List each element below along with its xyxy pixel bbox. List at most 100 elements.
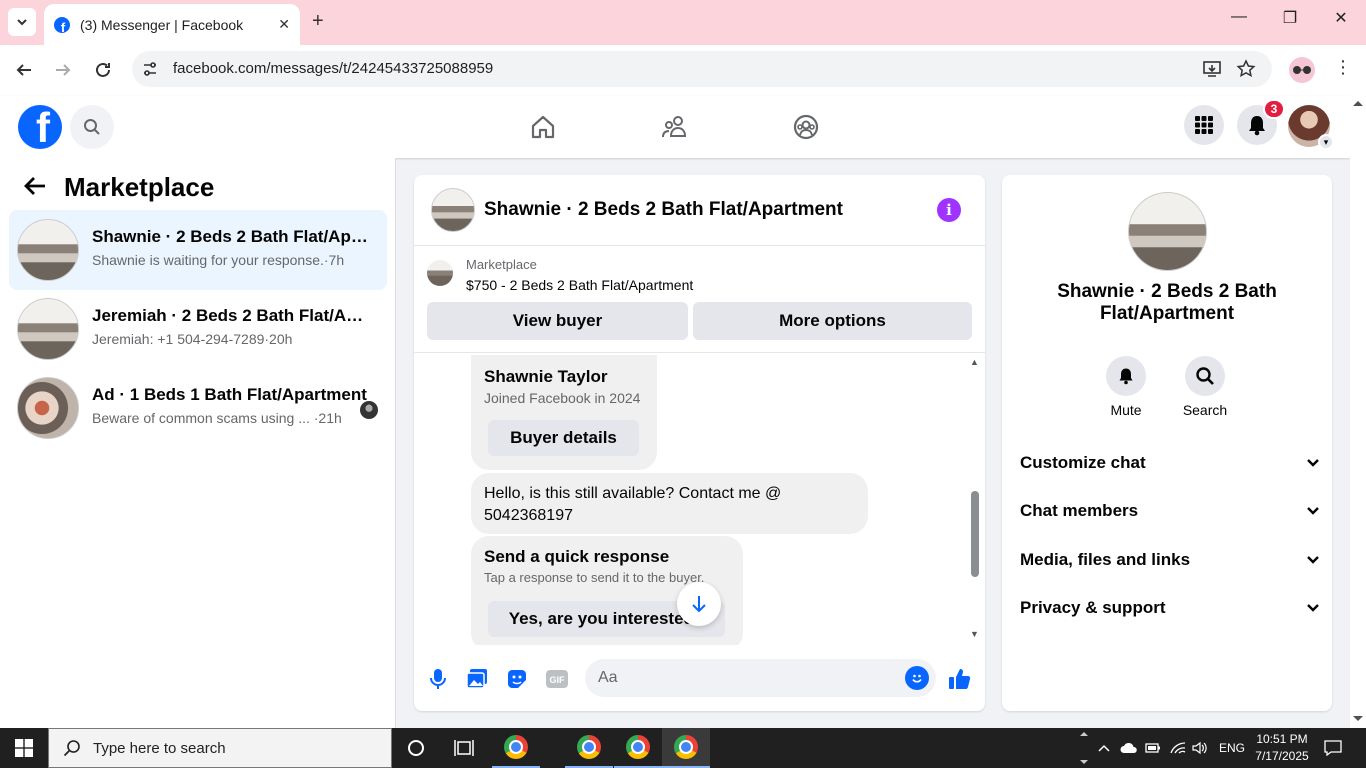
buyer-name: Shawnie Taylor	[484, 367, 608, 386]
buyer-joined: Joined Facebook in 2024	[484, 390, 641, 406]
facebook-search-button[interactable]	[70, 105, 114, 149]
privacy-support-section[interactable]: Privacy & support	[1020, 590, 1320, 626]
address-bar[interactable]: facebook.com/messages/t/2424543372508895…	[132, 51, 1272, 87]
media-files-links-section[interactable]: Media, files and links	[1020, 542, 1320, 578]
battery-icon[interactable]	[1145, 728, 1161, 768]
search-label: Search	[1182, 402, 1228, 418]
buyer-details-button[interactable]: Buyer details	[488, 420, 639, 456]
groups-icon[interactable]	[790, 111, 822, 143]
clock-date: 7/17/2025	[1255, 749, 1309, 763]
bell-icon	[1119, 368, 1133, 385]
emoji-icon[interactable]	[905, 666, 929, 690]
like-thumb-icon[interactable]	[947, 666, 973, 692]
account-chevron-icon[interactable]: ▾	[1318, 134, 1334, 150]
scroll-to-bottom-button[interactable]	[677, 582, 721, 626]
wifi-icon[interactable]	[1170, 728, 1186, 768]
listing-banner: Marketplace $750 - 2 Beds 2 Bath Flat/Ap…	[414, 246, 985, 353]
taskbar-search-box[interactable]	[48, 728, 392, 768]
mute-label: Mute	[1110, 402, 1142, 418]
conversation-item[interactable]: Ad · 1 Beds 1 Bath Flat/Apartment Beware…	[9, 368, 387, 448]
bookmark-star-icon[interactable]	[1236, 59, 1256, 79]
taskbar-chrome-4[interactable]	[662, 728, 710, 768]
browser-toolbar: facebook.com/messages/t/2424543372508895…	[0, 45, 1366, 96]
search-conversation-button[interactable]: Search	[1175, 356, 1235, 418]
mute-button[interactable]: Mute	[1096, 356, 1156, 418]
marketplace-header: Marketplace	[24, 172, 214, 203]
notification-center-icon[interactable]	[1324, 728, 1342, 768]
scroll-up-icon[interactable]: ▲	[970, 357, 979, 367]
taskbar-search-input[interactable]	[93, 739, 373, 757]
info-icon[interactable]: i	[937, 198, 961, 222]
scrollbar-thumb[interactable]	[971, 491, 979, 577]
search-icon	[1196, 367, 1214, 385]
conversation-item[interactable]: Jeremiah · 2 Beds 2 Bath Flat/Apartment …	[9, 289, 387, 369]
windows-start-button[interactable]	[0, 728, 48, 768]
minimize-icon[interactable]: —	[1216, 8, 1262, 26]
friends-icon[interactable]	[659, 111, 691, 143]
chat-members-section[interactable]: Chat members	[1020, 493, 1320, 529]
onedrive-cloud-icon[interactable]	[1120, 728, 1138, 768]
taskbar-chrome-3[interactable]	[614, 728, 662, 768]
view-buyer-button[interactable]: View buyer	[427, 302, 688, 340]
chrome-menu-icon[interactable]: ⋮	[1334, 57, 1352, 78]
taskbar-chrome-1[interactable]	[492, 728, 540, 768]
sticker-icon[interactable]	[504, 666, 530, 692]
message-input[interactable]	[585, 659, 936, 697]
more-options-button[interactable]: More options	[693, 302, 972, 340]
chrome-icon	[626, 735, 650, 759]
close-tab-icon[interactable]: ✕	[278, 16, 290, 33]
install-app-icon[interactable]	[1202, 59, 1222, 79]
facebook-favicon-icon: f	[54, 16, 70, 33]
chat-thumbnail[interactable]	[431, 188, 475, 232]
quick-response-title: Send a quick response	[484, 547, 670, 566]
tab-search-button[interactable]	[8, 8, 36, 36]
scroll-down-icon[interactable]: ▼	[970, 629, 979, 639]
microphone-icon[interactable]	[425, 666, 451, 692]
new-tab-icon[interactable]: +	[312, 10, 324, 33]
chat-header: Shawnie · 2 Beds 2 Bath Flat/Apartment i	[414, 175, 985, 246]
close-window-icon[interactable]: ✕	[1318, 8, 1364, 28]
facebook-logo[interactable]: f	[18, 105, 62, 149]
listing-thumbnail	[17, 219, 79, 281]
home-icon[interactable]	[527, 111, 559, 143]
search-icon	[63, 740, 80, 757]
section-label: Chat members	[1020, 501, 1139, 520]
taskbar-scroll-icon[interactable]	[1076, 728, 1092, 768]
listing-source: Marketplace	[466, 257, 537, 272]
back-icon[interactable]	[12, 58, 36, 82]
cortana-icon[interactable]	[402, 734, 430, 762]
site-settings-icon[interactable]	[142, 61, 158, 77]
taskbar-clock[interactable]: 10:51 PM 7/17/2025	[1252, 731, 1312, 765]
message-bubble: Hello, is this still available? Contact …	[471, 473, 868, 534]
chat-title[interactable]: Shawnie · 2 Beds 2 Bath Flat/Apartment	[484, 199, 843, 221]
back-arrow-icon[interactable]	[24, 172, 46, 203]
chat-scrollbar[interactable]: ▲ ▼	[968, 357, 982, 641]
photo-icon[interactable]	[464, 666, 490, 692]
conversation-item[interactable]: Shawnie · 2 Beds 2 Bath Flat/Apartment S…	[9, 210, 387, 290]
reload-icon[interactable]	[91, 58, 115, 82]
chevron-down-icon	[1307, 459, 1319, 467]
page-scrollbar[interactable]	[1350, 96, 1366, 728]
tab-title: (3) Messenger | Facebook	[80, 16, 244, 33]
chrome-icon	[504, 735, 528, 759]
menu-grid-button[interactable]	[1184, 105, 1224, 145]
listing-price: $750 - 2 Beds 2 Bath Flat/Apartment	[466, 277, 694, 293]
chevron-down-icon	[17, 19, 27, 26]
chevron-down-icon	[1307, 556, 1319, 564]
forward-icon[interactable]	[51, 58, 75, 82]
chrome-profile-avatar[interactable]	[1289, 57, 1315, 83]
gif-icon[interactable]: GIF	[544, 666, 570, 692]
conversation-title: Shawnie · 2 Beds 2 Bath Flat/Apartment	[92, 227, 372, 246]
browser-tab[interactable]: f (3) Messenger | Facebook ✕	[44, 4, 300, 45]
taskbar-chrome-2[interactable]	[565, 728, 613, 768]
svg-text:f: f	[61, 20, 66, 33]
section-label: Media, files and links	[1020, 550, 1191, 569]
volume-icon[interactable]	[1192, 728, 1208, 768]
customize-chat-section[interactable]: Customize chat	[1020, 445, 1320, 481]
bell-icon	[1249, 116, 1265, 136]
input-language[interactable]: ENG	[1219, 728, 1245, 768]
task-view-icon[interactable]	[450, 734, 478, 762]
tray-chevron-up-icon[interactable]	[1098, 728, 1110, 768]
listing-thumbnail	[17, 298, 79, 360]
maximize-icon[interactable]: ❐	[1267, 8, 1313, 28]
